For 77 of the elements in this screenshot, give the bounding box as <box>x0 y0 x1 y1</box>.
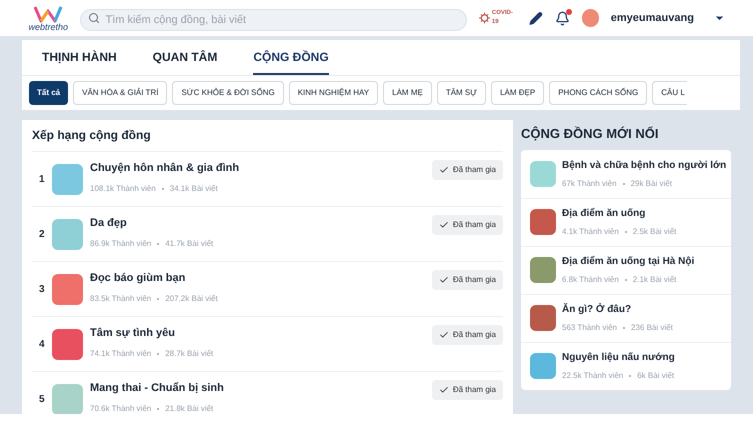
member-count: 6.8k Thành viên <box>562 274 619 286</box>
rank-number: 3 <box>39 282 46 296</box>
community-image-placeholder <box>52 218 83 250</box>
rank-number: 1 <box>39 172 46 186</box>
member-count: 86.9k Thành viên <box>90 238 152 250</box>
community-name[interactable]: Chuyện hôn nhân & gia đình <box>90 160 240 176</box>
rank-number: 4 <box>39 338 46 352</box>
member-count: 22.5k Thành viên <box>562 370 624 382</box>
community-image-placeholder <box>52 274 83 304</box>
username[interactable]: emyeumauvang <box>610 10 694 26</box>
check-icon <box>438 385 449 395</box>
tab[interactable]: CỘNG ĐỒNG <box>253 40 329 75</box>
tab[interactable]: QUAN TÂM <box>152 40 218 75</box>
post-count: 34.1k Bài viết <box>170 182 218 194</box>
community-image-placeholder <box>52 384 83 414</box>
bell-icon[interactable] <box>555 10 570 26</box>
post-count: 2.1k Bài viết <box>632 274 676 286</box>
community-image-placeholder <box>530 257 556 283</box>
join-button[interactable]: Đã tham gia <box>432 325 503 345</box>
category-chip[interactable]: KINH NGHIỆM HAY <box>288 81 378 105</box>
post-count: 236 Bài viết <box>631 322 673 334</box>
pencil-icon[interactable] <box>529 10 544 26</box>
join-button[interactable]: Đã tham gia <box>432 270 503 290</box>
category-chip[interactable]: SỨC KHỎE & ĐỜI SỐNG <box>172 81 284 105</box>
post-count: 29k Bài viết <box>630 178 672 190</box>
community-name[interactable]: Da đẹp <box>90 215 214 232</box>
check-icon <box>438 330 449 340</box>
community-name[interactable]: Mang thai - Chuẩn bị sinh <box>90 380 224 396</box>
member-count: 74.1k Thành viên <box>90 348 152 360</box>
category-chip[interactable]: LÀM ĐẸP <box>491 81 544 105</box>
virus-icon <box>478 12 490 24</box>
member-count: 67k Thành viên <box>562 178 617 190</box>
member-count: 83.5k Thành viên <box>90 292 152 304</box>
post-count: 28.7k Bài viết <box>165 348 214 360</box>
community-name[interactable]: Bệnh và chữa bệnh cho người lớn <box>562 158 726 172</box>
post-count: 2.5k Bài viết <box>632 226 676 238</box>
section-title: Xếp hạng cộng đồng <box>32 126 503 152</box>
category-chip[interactable]: LÀM MẸ <box>383 81 432 105</box>
community-image-placeholder <box>530 160 556 186</box>
member-count: 563 Thành viên <box>562 322 618 334</box>
community-name[interactable]: Tâm sự tình yêu <box>90 325 214 342</box>
member-count: 108.1k Thành viên <box>90 182 156 194</box>
rank-number: 2 <box>39 228 46 242</box>
community-name[interactable]: Địa điểm ăn uống tại Hà Nội <box>562 254 694 269</box>
member-count: 4.1k Thành viên <box>562 226 619 238</box>
community-name[interactable]: Đọc báo giùm bạn <box>90 270 218 286</box>
category-chip[interactable]: CÂU L <box>652 81 687 105</box>
search-field[interactable]: Tìm kiếm cộng đồng, bài viết <box>80 9 467 31</box>
check-icon <box>438 220 449 230</box>
rank-number: 5 <box>39 392 46 406</box>
community-image-placeholder <box>530 209 556 235</box>
community-name[interactable]: Nguyên liệu nấu nướng <box>562 350 675 365</box>
community-image-placeholder <box>530 305 556 331</box>
search-icon <box>88 12 100 24</box>
category-chip[interactable]: TÂM SỰ <box>436 81 486 105</box>
join-button[interactable]: Đã tham gia <box>432 215 503 235</box>
post-count: 207.2k Bài viết <box>165 292 218 304</box>
post-count: 21.8k Bài viết <box>165 402 214 414</box>
post-count: 6k Bài viết <box>637 370 674 382</box>
logo-text: webtretho <box>28 22 68 32</box>
join-button[interactable]: Đã tham gia <box>432 160 503 180</box>
logo-icon <box>33 4 64 22</box>
community-name[interactable]: Địa điểm ăn uống <box>562 206 676 221</box>
community-name[interactable]: Ăn gì? Ở đâu? <box>562 302 673 317</box>
category-chip[interactable]: PHONG CÁCH SỐNG <box>549 81 648 105</box>
category-chip[interactable]: VĂN HÓA & GIẢI TRÍ <box>73 81 168 105</box>
community-image-placeholder <box>530 353 556 379</box>
section-title: CỘNG ĐỒNG MỚI NỔI <box>521 125 660 143</box>
community-image-placeholder <box>52 328 83 360</box>
post-count: 41.7k Bài viết <box>165 238 214 250</box>
check-icon <box>438 165 449 175</box>
category-chip[interactable]: Tất cả <box>29 81 68 105</box>
check-icon <box>438 275 449 285</box>
join-button[interactable]: Đã tham gia <box>432 380 503 400</box>
member-count: 70.6k Thành viên <box>90 402 152 414</box>
community-image-placeholder <box>52 164 83 194</box>
tab[interactable]: THỊNH HÀNH <box>42 40 117 75</box>
